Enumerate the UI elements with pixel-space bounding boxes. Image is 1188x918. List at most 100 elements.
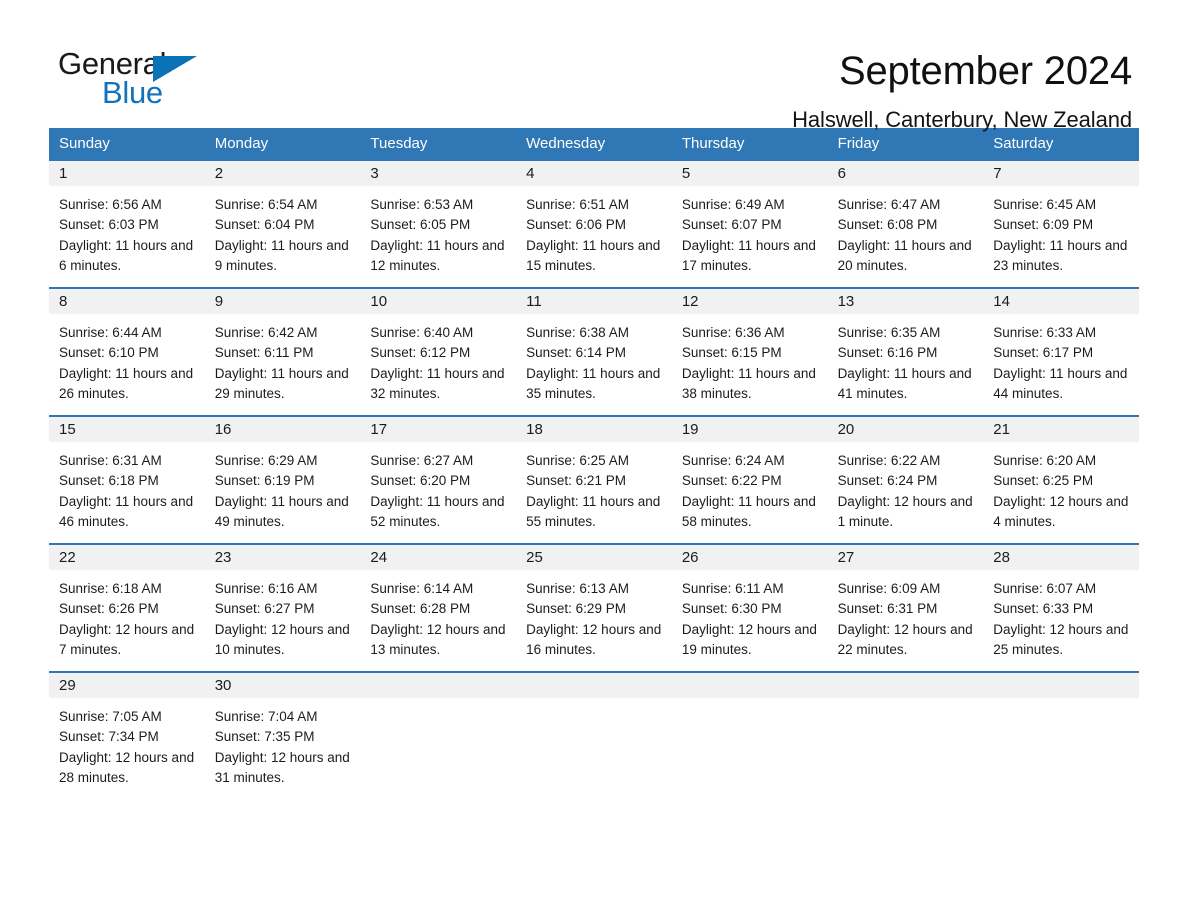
day-number: 28 bbox=[983, 545, 1139, 570]
day-cell[interactable]: 8 Sunrise: 6:44 AM Sunset: 6:10 PM Dayli… bbox=[49, 289, 205, 415]
sunset-text: Sunset: 6:07 PM bbox=[681, 217, 782, 233]
daylight-text: Daylight: 12 hours and 4 minutes. bbox=[993, 493, 1129, 529]
day-details: Sunrise: 6:14 AM Sunset: 6:28 PM Dayligh… bbox=[360, 570, 516, 660]
sunset-text: Sunset: 6:16 PM bbox=[837, 345, 938, 361]
day-number: 24 bbox=[360, 545, 517, 570]
day-cell[interactable]: 19 Sunrise: 6:24 AM Sunset: 6:22 PM Dayl… bbox=[671, 417, 828, 543]
day-cell-empty bbox=[671, 673, 828, 799]
day-details: Sunrise: 6:18 AM Sunset: 6:26 PM Dayligh… bbox=[49, 570, 205, 660]
day-cell[interactable]: 14 Sunrise: 6:33 AM Sunset: 6:17 PM Dayl… bbox=[983, 289, 1139, 415]
sunset-text: Sunset: 6:03 PM bbox=[59, 217, 159, 233]
day-cell[interactable]: 21 Sunrise: 6:20 AM Sunset: 6:25 PM Dayl… bbox=[983, 417, 1139, 543]
day-details: Sunrise: 6:13 AM Sunset: 6:29 PM Dayligh… bbox=[516, 570, 672, 660]
day-cell[interactable]: 1 Sunrise: 6:56 AM Sunset: 6:03 PM Dayli… bbox=[49, 161, 205, 287]
day-cell-empty bbox=[516, 673, 672, 799]
day-cell[interactable]: 26 Sunrise: 6:11 AM Sunset: 6:30 PM Dayl… bbox=[671, 545, 828, 671]
sunrise-text: Sunrise: 6:07 AM bbox=[993, 581, 1097, 596]
day-cell[interactable]: 5 Sunrise: 6:49 AM Sunset: 6:07 PM Dayli… bbox=[671, 161, 828, 287]
day-cell[interactable]: 18 Sunrise: 6:25 AM Sunset: 6:21 PM Dayl… bbox=[516, 417, 672, 543]
day-cell[interactable]: 7 Sunrise: 6:45 AM Sunset: 6:09 PM Dayli… bbox=[983, 161, 1139, 287]
day-details: Sunrise: 6:33 AM Sunset: 6:17 PM Dayligh… bbox=[983, 314, 1139, 404]
sunset-text: Sunset: 7:35 PM bbox=[214, 729, 315, 745]
day-cell[interactable]: 4 Sunrise: 6:51 AM Sunset: 6:06 PM Dayli… bbox=[516, 161, 672, 287]
day-number: 7 bbox=[983, 161, 1139, 186]
sunrise-text: Sunrise: 6:22 AM bbox=[837, 453, 941, 468]
day-cell[interactable]: 16 Sunrise: 6:29 AM Sunset: 6:19 PM Dayl… bbox=[204, 417, 361, 543]
sunrise-text: Sunrise: 6:51 AM bbox=[526, 197, 629, 212]
day-cell[interactable]: 2 Sunrise: 6:54 AM Sunset: 6:04 PM Dayli… bbox=[204, 161, 361, 287]
daylight-text: Daylight: 11 hours and 12 minutes. bbox=[370, 237, 505, 273]
sunrise-text: Sunrise: 6:56 AM bbox=[59, 197, 162, 212]
sunrise-text: Sunrise: 6:45 AM bbox=[993, 197, 1097, 212]
daylight-text: Daylight: 11 hours and 20 minutes. bbox=[837, 237, 972, 273]
calendar-page: General Blue September 2024 Halswell, Ca… bbox=[0, 0, 1188, 918]
day-details: Sunrise: 6:42 AM Sunset: 6:11 PM Dayligh… bbox=[205, 314, 361, 404]
day-details: Sunrise: 6:45 AM Sunset: 6:09 PM Dayligh… bbox=[983, 186, 1139, 276]
day-cell[interactable]: 15 Sunrise: 6:31 AM Sunset: 6:18 PM Dayl… bbox=[49, 417, 205, 543]
day-cell[interactable]: 24 Sunrise: 6:14 AM Sunset: 6:28 PM Dayl… bbox=[360, 545, 517, 671]
daylight-text: Daylight: 11 hours and 29 minutes. bbox=[214, 365, 349, 401]
sunrise-text: Sunrise: 6:35 AM bbox=[837, 325, 941, 340]
daylight-text: Daylight: 12 hours and 22 minutes. bbox=[837, 621, 973, 657]
daylight-text: Daylight: 11 hours and 58 minutes. bbox=[681, 493, 816, 529]
generalblue-logo[interactable]: General Blue bbox=[58, 48, 208, 110]
day-number: 17 bbox=[360, 417, 517, 442]
day-number: 18 bbox=[516, 417, 672, 442]
day-details: Sunrise: 6:29 AM Sunset: 6:19 PM Dayligh… bbox=[205, 442, 361, 532]
day-details: Sunrise: 7:04 AM Sunset: 7:35 PM Dayligh… bbox=[205, 698, 361, 788]
day-cell[interactable]: 3 Sunrise: 6:53 AM Sunset: 6:05 PM Dayli… bbox=[360, 161, 517, 287]
sunrise-text: Sunrise: 6:44 AM bbox=[59, 325, 162, 340]
day-number bbox=[827, 673, 984, 698]
day-cell[interactable]: 30 Sunrise: 7:04 AM Sunset: 7:35 PM Dayl… bbox=[204, 673, 361, 799]
sunset-text: Sunset: 6:09 PM bbox=[993, 217, 1094, 233]
day-details: Sunrise: 6:25 AM Sunset: 6:21 PM Dayligh… bbox=[516, 442, 672, 532]
day-cell[interactable]: 23 Sunrise: 6:16 AM Sunset: 6:27 PM Dayl… bbox=[204, 545, 361, 671]
daylight-text: Daylight: 11 hours and 15 minutes. bbox=[526, 237, 661, 273]
sunset-text: Sunset: 6:29 PM bbox=[526, 601, 626, 617]
sunset-text: Sunset: 6:30 PM bbox=[681, 601, 782, 617]
day-cell[interactable]: 10 Sunrise: 6:40 AM Sunset: 6:12 PM Dayl… bbox=[360, 289, 517, 415]
day-cell[interactable]: 9 Sunrise: 6:42 AM Sunset: 6:11 PM Dayli… bbox=[204, 289, 361, 415]
day-cell[interactable]: 20 Sunrise: 6:22 AM Sunset: 6:24 PM Dayl… bbox=[827, 417, 984, 543]
day-details: Sunrise: 6:27 AM Sunset: 6:20 PM Dayligh… bbox=[360, 442, 516, 532]
sunset-text: Sunset: 6:14 PM bbox=[526, 345, 626, 361]
day-cell[interactable]: 13 Sunrise: 6:35 AM Sunset: 6:16 PM Dayl… bbox=[827, 289, 984, 415]
sunrise-text: Sunrise: 6:29 AM bbox=[214, 453, 318, 468]
weekday-header-tuesday: Tuesday bbox=[370, 135, 428, 152]
day-details: Sunrise: 6:49 AM Sunset: 6:07 PM Dayligh… bbox=[672, 186, 828, 276]
day-cell[interactable]: 29 Sunrise: 7:05 AM Sunset: 7:34 PM Dayl… bbox=[49, 673, 205, 799]
day-number bbox=[360, 673, 517, 698]
day-number: 9 bbox=[204, 289, 361, 314]
day-cell[interactable]: 27 Sunrise: 6:09 AM Sunset: 6:31 PM Dayl… bbox=[827, 545, 984, 671]
day-number bbox=[671, 673, 828, 698]
sunrise-text: Sunrise: 6:16 AM bbox=[214, 581, 318, 596]
day-cell[interactable]: 22 Sunrise: 6:18 AM Sunset: 6:26 PM Dayl… bbox=[49, 545, 205, 671]
day-number bbox=[516, 673, 672, 698]
day-details: Sunrise: 6:07 AM Sunset: 6:33 PM Dayligh… bbox=[983, 570, 1139, 660]
daylight-text: Daylight: 12 hours and 31 minutes. bbox=[214, 749, 350, 785]
title-block: September 2024 Halswell, Canterbury, New… bbox=[208, 48, 1132, 133]
sunrise-text: Sunrise: 7:05 AM bbox=[59, 709, 162, 724]
day-cell[interactable]: 17 Sunrise: 6:27 AM Sunset: 6:20 PM Dayl… bbox=[360, 417, 517, 543]
daylight-text: Daylight: 11 hours and 6 minutes. bbox=[59, 237, 194, 273]
day-cell[interactable]: 28 Sunrise: 6:07 AM Sunset: 6:33 PM Dayl… bbox=[983, 545, 1139, 671]
day-cell[interactable]: 11 Sunrise: 6:38 AM Sunset: 6:14 PM Dayl… bbox=[516, 289, 672, 415]
day-number: 10 bbox=[360, 289, 517, 314]
sunset-text: Sunset: 6:06 PM bbox=[526, 217, 626, 233]
sunset-text: Sunset: 6:15 PM bbox=[681, 345, 782, 361]
day-cell[interactable]: 25 Sunrise: 6:13 AM Sunset: 6:29 PM Dayl… bbox=[516, 545, 672, 671]
day-cell-empty bbox=[983, 673, 1139, 799]
calendar-week-row: 29 Sunrise: 7:05 AM Sunset: 7:34 PM Dayl… bbox=[49, 671, 1139, 799]
sunrise-text: Sunrise: 6:31 AM bbox=[59, 453, 162, 468]
daylight-text: Daylight: 11 hours and 9 minutes. bbox=[214, 237, 349, 273]
day-details: Sunrise: 7:05 AM Sunset: 7:34 PM Dayligh… bbox=[49, 698, 205, 788]
calendar-week-row: 1 Sunrise: 6:56 AM Sunset: 6:03 PM Dayli… bbox=[49, 159, 1139, 287]
day-cell[interactable]: 12 Sunrise: 6:36 AM Sunset: 6:15 PM Dayl… bbox=[671, 289, 828, 415]
day-details: Sunrise: 6:22 AM Sunset: 6:24 PM Dayligh… bbox=[828, 442, 984, 532]
day-cell[interactable]: 6 Sunrise: 6:47 AM Sunset: 6:08 PM Dayli… bbox=[827, 161, 984, 287]
day-details: Sunrise: 6:31 AM Sunset: 6:18 PM Dayligh… bbox=[49, 442, 205, 532]
day-number: 2 bbox=[204, 161, 361, 186]
sunrise-text: Sunrise: 6:36 AM bbox=[681, 325, 785, 340]
day-number: 26 bbox=[671, 545, 828, 570]
sunset-text: Sunset: 6:21 PM bbox=[526, 473, 626, 489]
